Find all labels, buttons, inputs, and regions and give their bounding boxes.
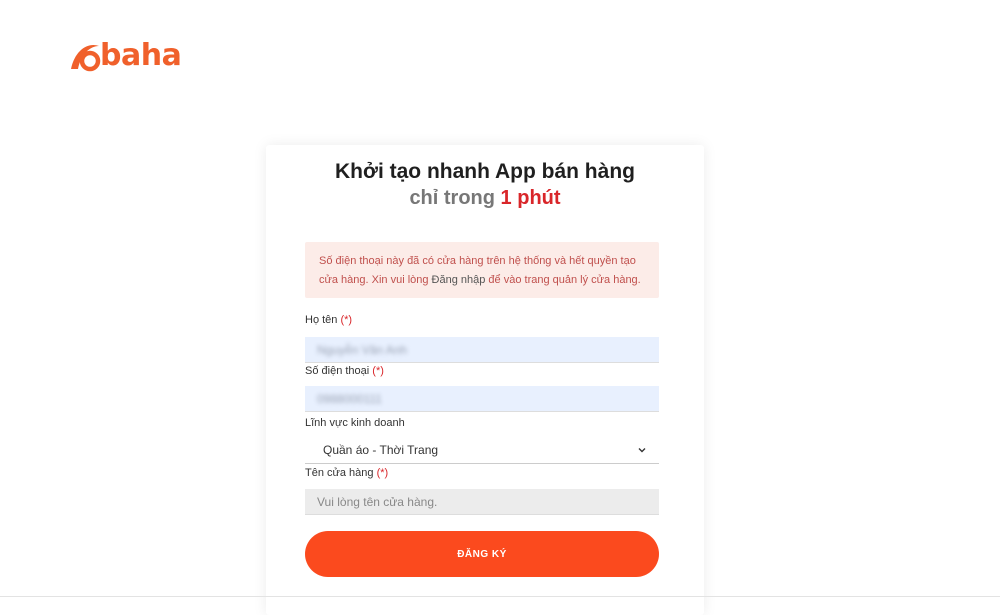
phone-value: 0988000111 [317,391,382,406]
store-name-input[interactable] [305,489,659,515]
business-select[interactable]: Quần áo - Thời Trang [305,437,659,464]
error-alert: Số điện thoại này đã có cửa hàng trên hệ… [305,242,659,298]
business-label: Lĩnh vực kinh doanh [305,417,405,429]
page-title: Khởi tạo nhanh App bán hàng [335,160,635,183]
page-divider [0,596,1000,597]
signup-card: Khởi tạo nhanh App bán hàng chỉ trong 1 … [266,145,704,615]
business-selected-value: Quần áo - Thời Trang [323,443,439,457]
register-button[interactable]: ĐĂNG KÝ [305,531,659,577]
full-name-value: Nguyễn Văn Anh [317,342,408,357]
subtitle-highlight: 1 phút [500,187,561,209]
full-name-input[interactable]: Nguyễn Văn Anh [305,337,659,363]
required-mark: (*) [376,467,389,479]
chevron-down-icon [638,448,646,453]
page-subtitle: chỉ trong 1 phút [266,187,704,210]
required-mark: (*) [340,314,353,326]
full-name-label: Họ tên (*) [305,314,352,326]
brand-name: baha [100,38,182,73]
phone-label: Số điện thoại (*) [305,365,384,377]
store-name-label-text: Tên cửa hàng [305,467,377,479]
phone-label-text: Số điện thoại [305,365,373,377]
alert-text-after: để vào trang quản lý cửa hàng. [485,274,641,286]
brand-logo[interactable]: baha [66,34,182,78]
login-link[interactable]: Đăng nhập [432,274,486,286]
phone-input[interactable]: 0988000111 [305,386,659,412]
required-mark: (*) [372,365,384,377]
subtitle-prefix: chỉ trong [409,187,501,209]
full-name-label-text: Họ tên [305,314,341,326]
store-name-label: Tên cửa hàng (*) [305,467,388,479]
